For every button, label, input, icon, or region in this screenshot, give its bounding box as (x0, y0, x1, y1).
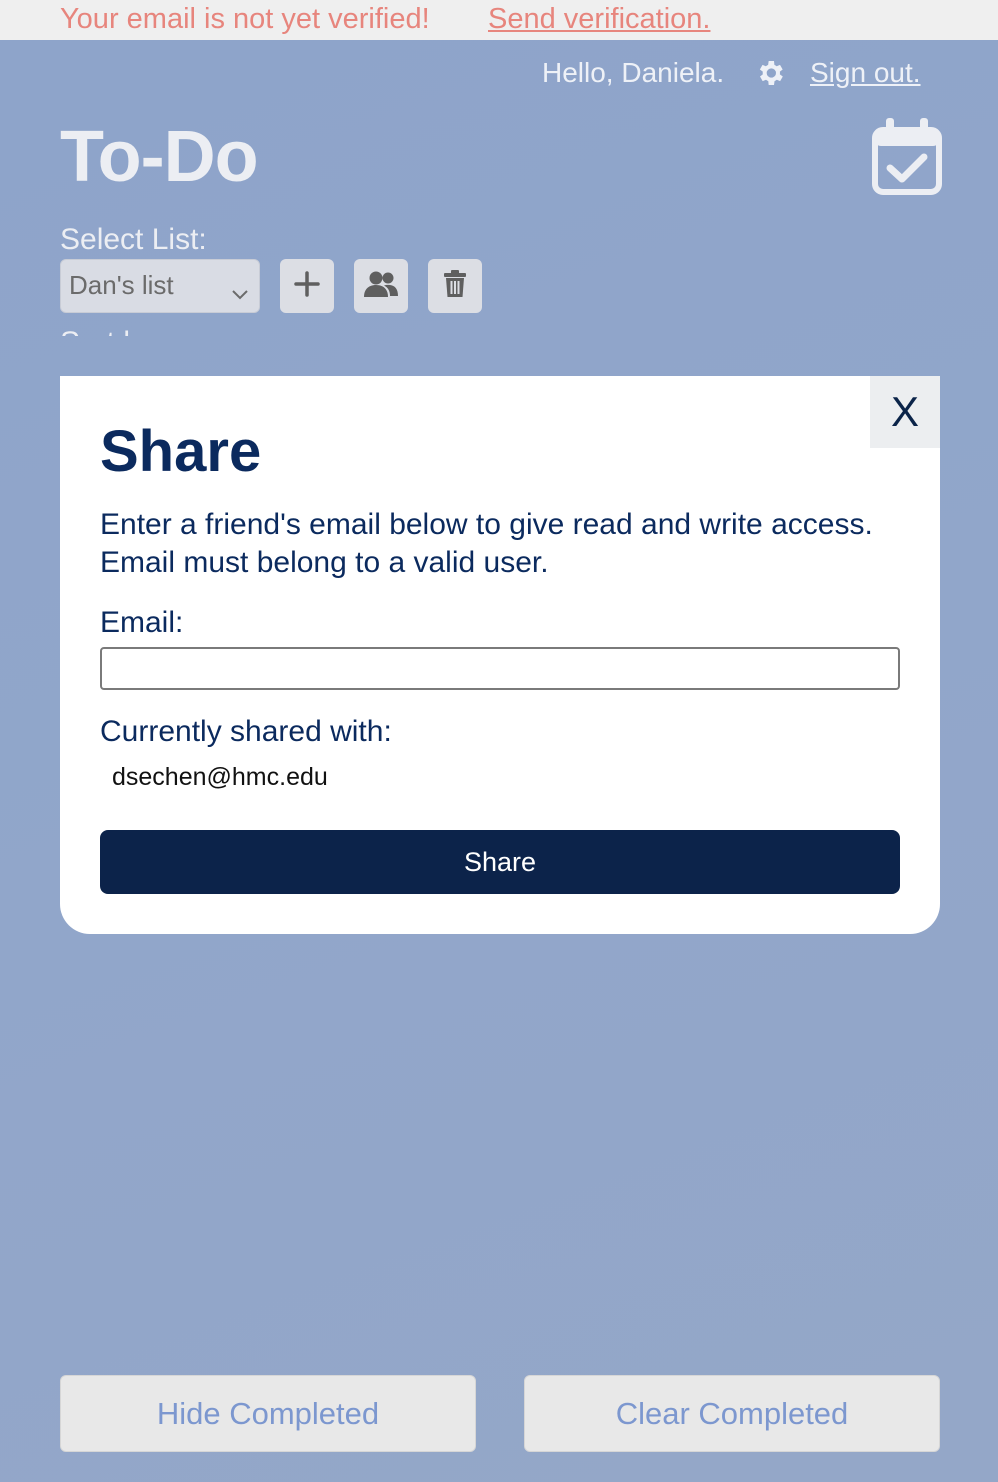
share-list-button[interactable] (354, 259, 408, 313)
clear-completed-button[interactable]: Clear Completed (524, 1375, 940, 1452)
app-title: To-Do (60, 117, 259, 197)
add-list-button[interactable] (280, 259, 334, 313)
email-field[interactable] (100, 647, 900, 690)
verification-message: Your email is not yet verified! (60, 3, 430, 35)
calendar-check-icon (872, 118, 942, 196)
share-button[interactable]: Share (100, 830, 900, 894)
todo-app: Hello, Daniela. Sign out. To-Do Select L… (0, 40, 998, 1482)
greeting: Hello, Daniela. (542, 57, 725, 88)
gear-icon[interactable] (754, 57, 786, 89)
chevron-down-icon (231, 278, 249, 300)
trash-icon (443, 269, 467, 303)
close-dialog-button[interactable]: X (870, 376, 940, 448)
select-list-label: Select List: (60, 223, 207, 256)
plus-icon (294, 270, 320, 302)
list-select[interactable]: Dan's list (60, 259, 260, 313)
dialog-description: Enter a friend's email below to give rea… (100, 508, 873, 579)
sort-label-partial: Sort by: (60, 326, 163, 336)
email-label: Email: (100, 606, 184, 639)
selected-list-value: Dan's list (69, 270, 174, 300)
hide-completed-button[interactable]: Hide Completed (60, 1375, 476, 1452)
delete-list-button[interactable] (428, 259, 482, 313)
send-verification-link[interactable]: Send verification. (488, 3, 710, 36)
dialog-title: Share (100, 419, 262, 484)
shared-email: dsechen@hmc.edu (112, 763, 328, 791)
sign-out-link[interactable]: Sign out. (810, 57, 921, 89)
share-dialog: X Share Enter a friend's email below to … (60, 376, 940, 934)
users-icon (363, 270, 399, 303)
shared-with-label: Currently shared with: (100, 715, 392, 748)
verification-banner: Your email is not yet verified! Send ver… (0, 0, 998, 40)
